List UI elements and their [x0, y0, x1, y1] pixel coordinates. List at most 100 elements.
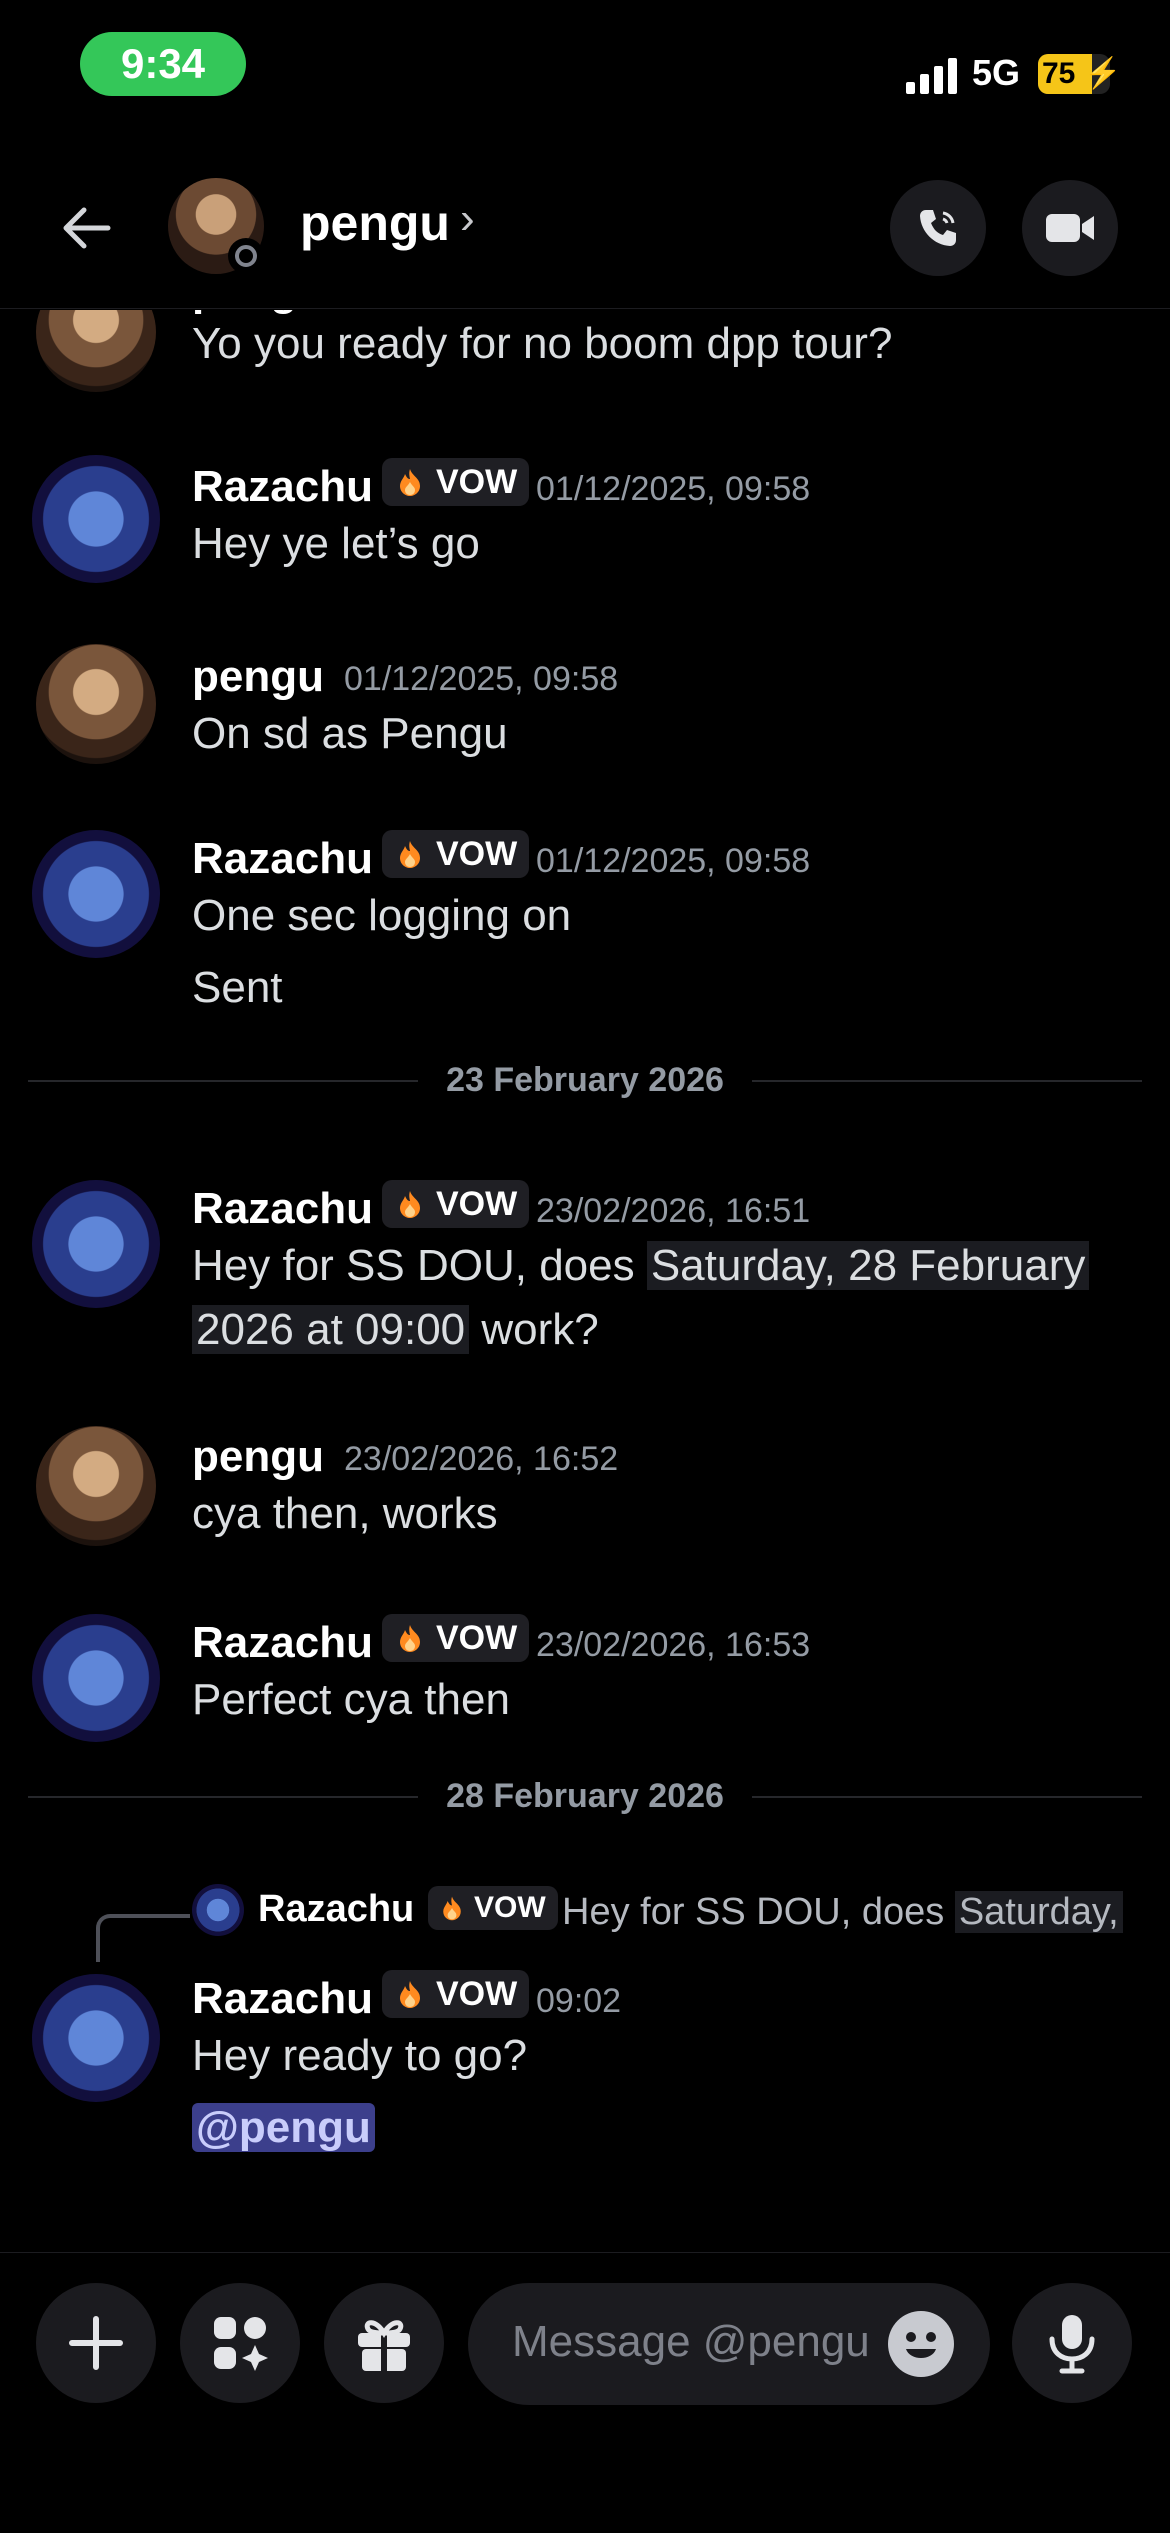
timestamp-highlight[interactable]: Saturday, 28 February [646, 1241, 1090, 1290]
chat-header: pengu › [0, 150, 1170, 309]
message-timestamp: 01/12/2025, 09:58 [536, 842, 811, 880]
date-divider-label: 28 February 2026 [446, 1777, 724, 1815]
message-timestamp: 09:02 [536, 1982, 622, 2020]
clan-tag[interactable]: VOW [382, 830, 530, 878]
back-arrow-icon [63, 207, 111, 249]
message-item[interactable]: pengu 23/02/2026, 16:52 cya then, works [0, 1420, 1170, 1580]
network-type: 5G [972, 52, 1021, 93]
message-text: Perfect cya then [192, 1675, 510, 1724]
reply-avatar[interactable] [192, 1884, 244, 1936]
avatar[interactable] [36, 310, 156, 392]
time-pill[interactable]: 9:34 [80, 32, 246, 96]
emoji-icon [906, 2332, 936, 2358]
message-text: One sec logging on [192, 891, 572, 940]
flame-icon [400, 469, 420, 496]
battery-percent: 75 [1042, 57, 1076, 90]
avatar[interactable] [32, 1974, 160, 2102]
avatar[interactable] [36, 644, 156, 764]
status-bar: 9:34 5G 75 ⚡ [0, 0, 1170, 140]
header-username[interactable]: pengu [300, 194, 450, 252]
message-text: On sd as Pengu [192, 709, 508, 758]
clan-tag[interactable]: VOW [382, 1180, 530, 1228]
voice-call-button[interactable] [890, 180, 986, 276]
reply-connector [96, 1914, 190, 1962]
clan-tag-label: VOW [474, 1891, 546, 1924]
message-item[interactable]: Razachu VOW 01/12/2025, 09:58 Hey ye let… [0, 450, 1170, 620]
attach-button[interactable] [36, 2283, 156, 2403]
message-timestamp: 23/02/2026, 16:52 [344, 1440, 619, 1478]
plus-icon [69, 2316, 123, 2370]
clan-tag[interactable]: VOW [382, 1970, 530, 2018]
mic-icon [1049, 2315, 1095, 2374]
clan-tag-label: VOW [436, 835, 518, 873]
message-author[interactable]: Razachu [192, 462, 373, 512]
message-item[interactable]: Razachu VOW Hey for SS DOU, does Saturda… [0, 1880, 1170, 2180]
date-divider: 23 February 2026 [28, 1060, 1142, 1100]
message-timestamp: 23/02/2026, 16:51 [536, 1192, 811, 1230]
voice-message-button[interactable] [1012, 2283, 1132, 2403]
emoji-button[interactable] [888, 2311, 954, 2377]
avatar[interactable] [32, 1614, 160, 1742]
avatar[interactable] [36, 1426, 156, 1546]
message-author[interactable]: Razachu [192, 1184, 373, 1234]
clan-tag-label: VOW [436, 1975, 518, 2013]
message-item[interactable]: Razachu VOW 23/02/2026, 16:51 Hey for SS… [0, 1172, 1170, 1392]
message-text: Hey ye let’s go [192, 519, 480, 568]
message-text: Hey for SS DOU, does Saturday, 28 Februa… [192, 1234, 1090, 1298]
reply-timestamp-highlight: Saturday, [954, 1891, 1123, 1933]
message-text-line-2: Sent [192, 963, 283, 1012]
apps-button[interactable] [180, 2283, 300, 2403]
message-item[interactable]: Razachu VOW 01/12/2025, 09:58 One sec lo… [0, 822, 1170, 1042]
message-item[interactable]: pengu Yo you ready for no boom dpp tour? [0, 310, 1170, 420]
message-item[interactable]: Razachu VOW 23/02/2026, 16:53 Perfect cy… [0, 1606, 1170, 1766]
flame-icon [400, 1981, 420, 2008]
offline-status-icon [235, 245, 257, 267]
clan-tag[interactable]: VOW [382, 458, 530, 506]
back-button[interactable] [48, 190, 124, 266]
message-author[interactable]: Razachu [192, 1974, 373, 2024]
reply-preview-text[interactable]: Hey for SS DOU, does Saturday, [562, 1880, 1123, 1944]
message-text-line-2: 2026 at 09:00 work? [192, 1298, 599, 1362]
avatar[interactable] [32, 455, 160, 583]
date-divider-label: 23 February 2026 [446, 1061, 724, 1099]
gift-button[interactable] [324, 2283, 444, 2403]
reply-author[interactable]: Razachu [258, 1888, 414, 1931]
message-timestamp: 23/02/2026, 16:53 [536, 1626, 811, 1664]
message-author[interactable]: pengu [192, 1432, 324, 1482]
message-text: cya then, works [192, 1489, 498, 1538]
avatar[interactable] [32, 1180, 160, 1308]
phone-icon [920, 210, 956, 246]
reply-text-part: Hey for SS DOU, does [562, 1891, 955, 1933]
clan-tag-label: VOW [436, 463, 518, 501]
message-timestamp: 01/12/2025, 09:58 [344, 660, 619, 698]
message-text-line-2: @pengu [192, 2096, 375, 2160]
flame-icon [400, 841, 420, 868]
flame-icon [400, 1191, 420, 1218]
timestamp-highlight[interactable]: 2026 at 09:00 [192, 1305, 470, 1354]
message-text: Hey ready to go? [192, 2031, 528, 2080]
clan-tag[interactable]: VOW [382, 1614, 530, 1662]
chevron-right-icon[interactable]: › [460, 194, 475, 244]
status-indicator [228, 238, 264, 274]
video-icon [1046, 214, 1094, 242]
message-timestamp: 01/12/2025, 09:58 [536, 470, 811, 508]
message-input[interactable]: Message @pengu [468, 2283, 990, 2405]
apps-icon [214, 2317, 268, 2371]
message-text-part: work? [469, 1305, 599, 1354]
message-text: Yo you ready for no boom dpp tour? [192, 319, 893, 368]
message-author[interactable]: Razachu [192, 834, 373, 884]
gift-icon [358, 2320, 410, 2371]
charging-bolt-icon: ⚡ [1084, 57, 1122, 90]
avatar[interactable] [32, 830, 160, 958]
message-composer: Message @pengu [0, 2252, 1170, 2533]
video-call-button[interactable] [1022, 180, 1118, 276]
reply-clan-tag[interactable]: VOW [428, 1886, 558, 1930]
message-author[interactable]: pengu [192, 652, 324, 702]
message-list[interactable]: pengu Yo you ready for no boom dpp tour?… [0, 310, 1170, 2250]
message-item[interactable]: pengu 01/12/2025, 09:58 On sd as Pengu [0, 640, 1170, 800]
message-text-part: Hey for SS DOU, does [192, 1241, 647, 1290]
user-mention[interactable]: @pengu [192, 2103, 375, 2152]
flame-icon [443, 1896, 461, 1921]
message-author[interactable]: Razachu [192, 1618, 373, 1668]
cellular-signal-icon [906, 58, 958, 94]
